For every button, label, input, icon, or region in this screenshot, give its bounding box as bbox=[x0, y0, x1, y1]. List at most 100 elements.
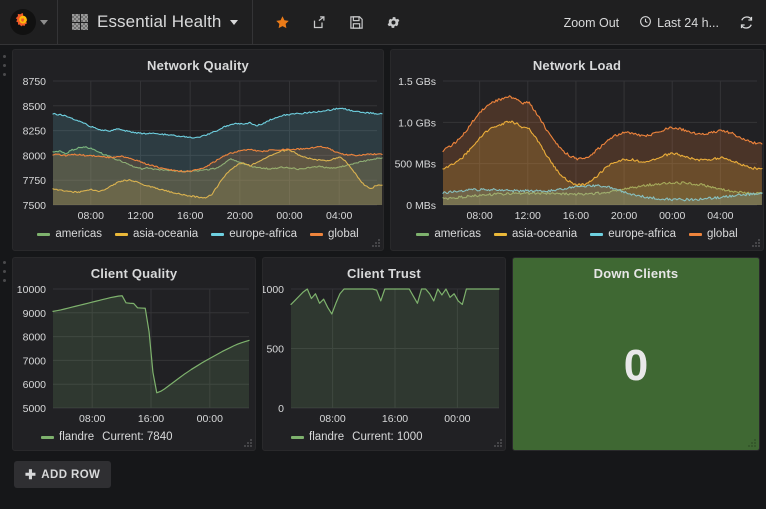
page-title: Essential Health bbox=[97, 12, 222, 31]
panel-network-quality[interactable]: Network Quality 7500 7750 8000 8250 8500 8750… bbox=[12, 49, 384, 251]
svg-text:500: 500 bbox=[266, 344, 284, 356]
add-row-label: ADD ROW bbox=[41, 468, 101, 481]
gear-icon[interactable] bbox=[386, 15, 401, 30]
legend-item[interactable]: asia-oceania bbox=[493, 228, 578, 240]
legend-color-swatch bbox=[416, 232, 430, 236]
svg-text:1.5 GBs: 1.5 GBs bbox=[398, 76, 436, 88]
svg-text:7500: 7500 bbox=[23, 200, 47, 212]
svg-text:00:00: 00:00 bbox=[659, 210, 685, 222]
share-icon[interactable] bbox=[312, 15, 327, 30]
legend-item[interactable]: asia-oceania bbox=[114, 228, 199, 240]
legend-item[interactable]: flandre bbox=[41, 431, 94, 443]
svg-text:08:00: 08:00 bbox=[79, 413, 105, 425]
legend-label: flandre bbox=[309, 431, 345, 443]
panel-client-trust[interactable]: Client Trust 0 500 1000 08:00 16:00 00:00 fla… bbox=[262, 257, 506, 451]
row-drag-handle[interactable] bbox=[3, 261, 8, 285]
legend-label: americas bbox=[434, 228, 481, 240]
dashboard-row-2: Client Quality 5000 6000 7000 8000 9000 10000… bbox=[0, 251, 766, 451]
chevron-down-icon bbox=[230, 19, 239, 25]
panel-title[interactable]: Client Quality bbox=[13, 262, 255, 283]
svg-text:16:00: 16:00 bbox=[177, 210, 203, 222]
chart-legend: americas asia-oceania europe-africa glob… bbox=[391, 225, 763, 242]
top-navbar: Essential Health Zoom Out Last 24 h... bbox=[0, 0, 766, 45]
client-trust-chart: 0 500 1000 08:00 16:00 00:00 bbox=[263, 283, 505, 428]
star-icon[interactable] bbox=[275, 15, 290, 30]
legend-color-swatch bbox=[291, 435, 304, 439]
panel-title[interactable]: Network Load bbox=[391, 54, 763, 75]
legend-label: global bbox=[327, 228, 359, 240]
svg-text:04:00: 04:00 bbox=[326, 210, 352, 222]
panel-title[interactable]: Client Trust bbox=[263, 262, 505, 283]
legend-item[interactable]: americas bbox=[37, 228, 102, 240]
chart-legend: americas asia-oceania europe-africa glob… bbox=[13, 225, 383, 242]
plus-icon: ✚ bbox=[25, 467, 37, 482]
legend-color-swatch bbox=[114, 232, 128, 236]
row-drag-handle[interactable] bbox=[3, 55, 8, 79]
dashboard-grid-icon bbox=[72, 14, 88, 30]
zoom-out-button[interactable]: Zoom Out bbox=[564, 16, 620, 30]
svg-text:0: 0 bbox=[278, 403, 284, 415]
time-controls: Zoom Out Last 24 h... bbox=[564, 0, 754, 45]
clock-icon bbox=[639, 15, 652, 31]
dashboard-row-1: Network Quality 7500 7750 8000 8250 8500 8750… bbox=[0, 45, 766, 251]
add-row-button[interactable]: ✚ ADD ROW bbox=[14, 461, 112, 488]
time-range-picker[interactable]: Last 24 h... bbox=[639, 15, 719, 31]
legend-color-swatch bbox=[41, 435, 54, 439]
svg-text:08:00: 08:00 bbox=[466, 210, 492, 222]
legend-color-swatch bbox=[493, 232, 507, 236]
svg-text:8000: 8000 bbox=[23, 332, 47, 344]
grafana-home-button[interactable] bbox=[0, 0, 58, 44]
svg-text:10000: 10000 bbox=[17, 284, 46, 296]
legend-label: flandre bbox=[59, 431, 95, 443]
dashboard-body: Network Quality 7500 7750 8000 8250 8500 8750… bbox=[0, 45, 766, 488]
panel-title[interactable]: Down Clients bbox=[594, 262, 679, 283]
svg-text:8500: 8500 bbox=[23, 101, 47, 113]
legend-color-swatch bbox=[688, 232, 702, 236]
legend-current-value: Current: 1000 bbox=[352, 431, 423, 443]
svg-text:00:00: 00:00 bbox=[276, 210, 302, 222]
panel-resize-handle[interactable] bbox=[371, 238, 381, 248]
legend-color-swatch bbox=[37, 232, 51, 236]
svg-text:16:00: 16:00 bbox=[138, 413, 164, 425]
svg-text:8250: 8250 bbox=[23, 126, 47, 138]
svg-text:1.0 GBs: 1.0 GBs bbox=[398, 117, 436, 129]
svg-text:16:00: 16:00 bbox=[563, 210, 589, 222]
legend-item[interactable]: europe-africa bbox=[590, 228, 676, 240]
dashboard-actions-toolbar bbox=[253, 15, 401, 30]
svg-text:1000: 1000 bbox=[263, 284, 284, 296]
legend-label: americas bbox=[55, 228, 102, 240]
svg-text:7000: 7000 bbox=[23, 355, 47, 367]
client-quality-chart: 5000 6000 7000 8000 9000 10000 08:00 16:00 00:00 bbox=[13, 283, 255, 428]
panel-down-clients[interactable]: Down Clients 0 bbox=[512, 257, 760, 451]
status-value: 0 bbox=[623, 340, 649, 390]
legend-label: asia-oceania bbox=[132, 228, 199, 240]
panel-network-load[interactable]: Network Load 0 MBs 500 MBs 1.0 GBs 1.5 GBs 0… bbox=[390, 49, 764, 251]
svg-text:16:00: 16:00 bbox=[382, 413, 408, 425]
chart-legend: flandre Current: 7840 bbox=[13, 428, 255, 445]
panel-resize-handle[interactable] bbox=[751, 238, 761, 248]
svg-text:00:00: 00:00 bbox=[197, 413, 223, 425]
panel-resize-handle[interactable] bbox=[243, 438, 253, 448]
legend-label: asia-oceania bbox=[511, 228, 578, 240]
legend-item[interactable]: global bbox=[688, 228, 738, 240]
legend-item[interactable]: global bbox=[309, 228, 359, 240]
chart-legend: flandre Current: 1000 bbox=[263, 428, 505, 445]
dashboard-title-menu[interactable]: Essential Health bbox=[58, 0, 254, 44]
grafana-logo-icon bbox=[9, 9, 36, 35]
panel-resize-handle[interactable] bbox=[493, 438, 503, 448]
legend-item[interactable]: europe-africa bbox=[211, 228, 297, 240]
panel-resize-handle[interactable] bbox=[747, 438, 757, 448]
network-load-chart: 0 MBs 500 MBs 1.0 GBs 1.5 GBs 08:00 12:00 16:0… bbox=[391, 75, 763, 225]
save-icon[interactable] bbox=[349, 15, 364, 30]
svg-text:6000: 6000 bbox=[23, 379, 47, 391]
svg-text:0 MBs: 0 MBs bbox=[406, 200, 436, 212]
legend-label: europe-africa bbox=[229, 228, 297, 240]
legend-item[interactable]: flandre bbox=[291, 431, 344, 443]
legend-item[interactable]: americas bbox=[416, 228, 481, 240]
legend-label: global bbox=[706, 228, 738, 240]
legend-color-swatch bbox=[590, 232, 604, 236]
svg-text:5000: 5000 bbox=[23, 403, 47, 415]
refresh-icon[interactable] bbox=[739, 15, 754, 30]
panel-title[interactable]: Network Quality bbox=[13, 54, 383, 75]
panel-client-quality[interactable]: Client Quality 5000 6000 7000 8000 9000 10000… bbox=[12, 257, 256, 451]
